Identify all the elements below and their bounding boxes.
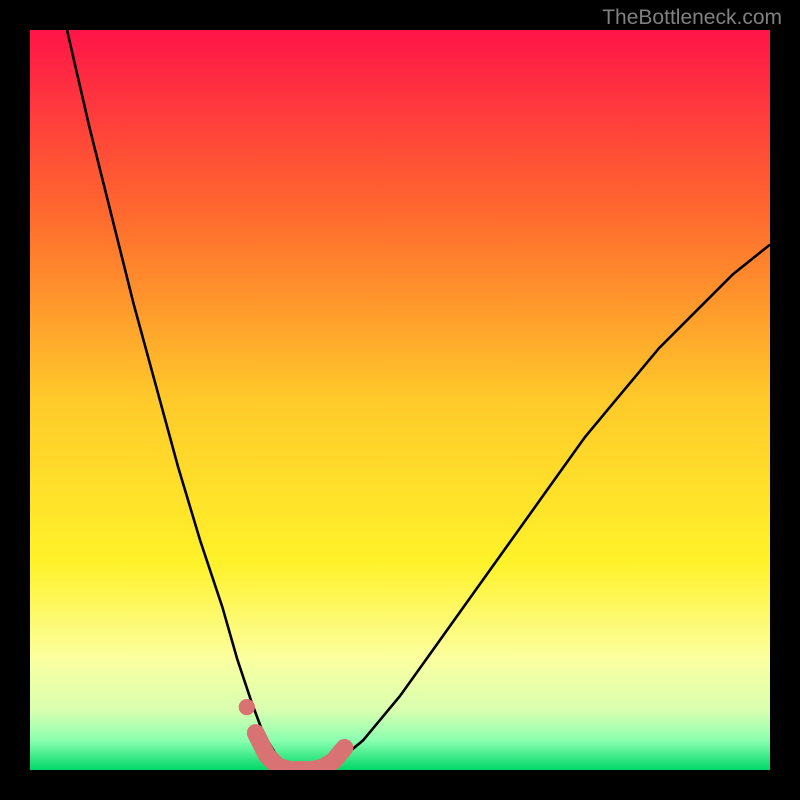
- chart-container: [30, 30, 770, 770]
- marker-dot-left: [239, 699, 255, 715]
- watermark-text: TheBottleneck.com: [602, 6, 782, 30]
- chart-svg: [30, 30, 770, 770]
- gradient-background: [30, 30, 770, 770]
